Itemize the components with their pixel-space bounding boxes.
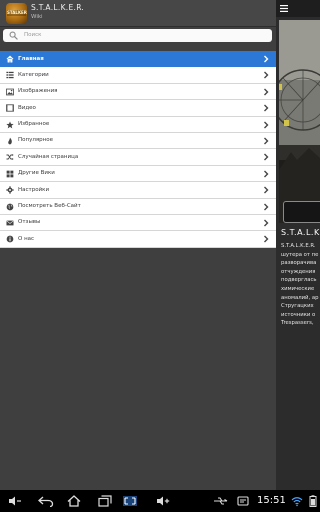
article-line: аномалий, ар xyxy=(281,294,319,301)
menu-item-feedback[interactable]: Отзывы xyxy=(0,214,276,232)
chevron-right-icon xyxy=(264,71,269,79)
menu-item-label: Настройки xyxy=(18,186,50,193)
menu-item-about[interactable]: О нас xyxy=(0,231,276,248)
fire-icon xyxy=(8,137,12,145)
grid-icon xyxy=(6,170,14,178)
chevron-right-icon xyxy=(264,104,269,112)
chevron-right-icon xyxy=(264,153,269,161)
menu-item-random-page[interactable]: Случайная страница xyxy=(0,149,276,166)
menu-item-label: Посмотреть Веб-Сайт xyxy=(18,203,81,210)
menu-item-label: О нас xyxy=(18,235,35,242)
menu-item-favorites[interactable]: Избранное xyxy=(0,116,276,133)
chevron-right-icon xyxy=(264,121,269,129)
menu-item-other-wikis[interactable]: Другие Вики xyxy=(0,165,276,183)
article-line: шутера от пе xyxy=(281,251,319,258)
article-line: Стругацких xyxy=(281,303,314,310)
mail-icon xyxy=(6,220,14,226)
app-header: STALKER S.T.A.L.K.E.R. Wiki xyxy=(0,0,276,27)
menu-item-label: Главная xyxy=(18,55,44,62)
menu-item-label: Избранное xyxy=(18,121,50,128)
usb-icon xyxy=(214,497,228,505)
search-icon xyxy=(9,31,18,40)
chevron-right-icon xyxy=(264,55,269,63)
volume-up-icon[interactable] xyxy=(156,495,170,507)
gear-icon xyxy=(6,186,14,194)
battery-icon xyxy=(309,495,317,507)
menu-icon[interactable] xyxy=(280,5,288,12)
article-line: отчуждения xyxy=(281,268,316,275)
article-text: S.T.A.L.K.E.R. шутера от пе разворачива … xyxy=(281,242,320,328)
info-icon xyxy=(6,235,14,243)
menu-item-label: Изображения xyxy=(18,88,58,95)
chevron-right-icon xyxy=(264,137,269,145)
notification-icon xyxy=(237,496,249,506)
article-line: S.T.A.L.K.E.R. xyxy=(281,243,316,249)
article-title: S.T.A.L.K. xyxy=(281,228,320,237)
chevron-right-icon xyxy=(264,235,269,243)
menu-item-view-website[interactable]: Посмотреть Веб-Сайт xyxy=(0,198,276,215)
menu-item-settings[interactable]: Настройки xyxy=(0,182,276,199)
globe-icon xyxy=(6,203,14,210)
image-icon xyxy=(6,88,14,96)
recent-apps-icon[interactable] xyxy=(98,495,112,507)
volume-down-icon[interactable] xyxy=(8,495,22,507)
menu-item-video[interactable]: Видео xyxy=(0,100,276,117)
list-icon xyxy=(6,72,14,79)
menu-item-categories[interactable]: Категории xyxy=(0,67,276,84)
article-line: разворачива xyxy=(281,260,317,267)
screenshot-icon[interactable] xyxy=(122,495,138,507)
film-icon xyxy=(6,104,14,112)
menu-item-label: Категории xyxy=(18,71,49,78)
hero-image[interactable] xyxy=(279,20,320,223)
home-button-icon[interactable] xyxy=(66,495,82,507)
menu-item-label: Другие Вики xyxy=(18,170,55,177)
search-field[interactable]: Поиск xyxy=(3,29,272,42)
drawer-menu: Главная Категории Изображения Видео Избр xyxy=(0,51,276,248)
screen: { "app": { "title": "S.T.A.L.K.E.R.", "s… xyxy=(0,0,320,512)
ferris-wheel-image xyxy=(279,20,320,223)
star-icon xyxy=(6,121,14,128)
status-clock: 15:51 xyxy=(257,495,286,506)
menu-item-label: Случайная страница xyxy=(18,153,79,160)
article-line: химические xyxy=(281,285,315,292)
wifi-icon xyxy=(291,497,303,507)
chevron-right-icon xyxy=(264,203,269,211)
article-line: источники о xyxy=(281,311,316,318)
app-subtitle: Wiki xyxy=(31,14,43,20)
navigation-drawer: STALKER S.T.A.L.K.E.R. Wiki Поиск Главна… xyxy=(0,0,276,490)
search-input[interactable]: Поиск xyxy=(24,32,41,38)
back-icon[interactable] xyxy=(38,495,54,507)
app-logo-text: STALKER xyxy=(7,10,27,16)
menu-item-images[interactable]: Изображения xyxy=(0,83,276,101)
content-toolbar xyxy=(276,0,320,17)
chevron-right-icon xyxy=(264,186,269,194)
chevron-right-icon xyxy=(264,88,269,96)
chevron-right-icon xyxy=(264,219,269,227)
menu-item-popular[interactable]: Популярное xyxy=(0,132,276,150)
home-icon xyxy=(6,55,14,63)
menu-item-label: Видео xyxy=(18,104,36,111)
menu-item-label: Популярное xyxy=(18,137,54,144)
menu-item-label: Отзывы xyxy=(18,219,41,226)
article-line: Trespassers, xyxy=(281,320,314,327)
menu-item-home[interactable]: Главная xyxy=(0,51,276,68)
app-title: S.T.A.L.K.E.R. xyxy=(31,3,85,12)
image-caption-button[interactable] xyxy=(283,201,320,223)
article-line: подверглась xyxy=(281,277,317,284)
shuffle-icon xyxy=(6,154,14,161)
chevron-right-icon xyxy=(264,170,269,178)
app-logo[interactable]: STALKER xyxy=(6,3,27,24)
